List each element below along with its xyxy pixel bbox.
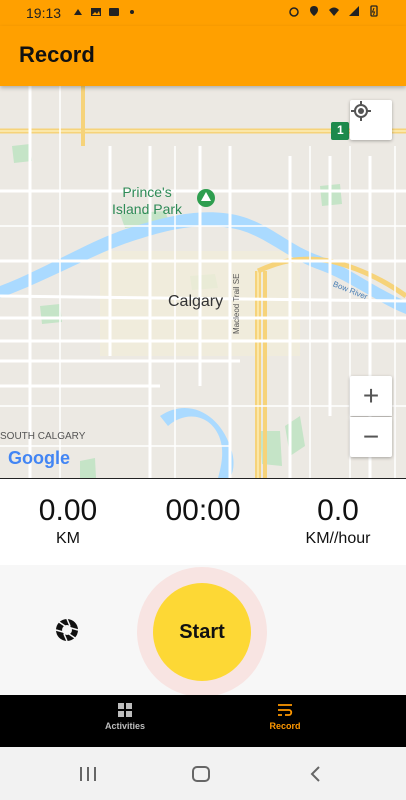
status-system-icons <box>288 5 380 17</box>
status-time: 19:13 <box>26 5 62 21</box>
highway-shield-label: 1 <box>337 123 344 137</box>
speed-value: 0.0 <box>317 494 359 527</box>
notification-icon <box>74 9 82 15</box>
battery-icon <box>370 5 378 17</box>
card-icon <box>109 8 119 16</box>
my-location-button[interactable] <box>350 100 392 140</box>
system-navigation <box>0 747 406 800</box>
nav-item-record[interactable]: Record <box>225 703 345 731</box>
location-icon <box>310 6 318 16</box>
nav-item-activities[interactable]: Activities <box>65 703 185 731</box>
map-label-trail: Macleod Trail SE <box>232 273 241 334</box>
map-label-park: Prince's Island Park <box>112 184 183 217</box>
duration-stat: 00:00 <box>135 493 271 529</box>
google-logo: Google <box>8 448 70 468</box>
speed-unit: KM//hour <box>305 530 371 547</box>
speed-stat: 0.0 KM//hour <box>270 493 406 549</box>
image-icon <box>91 8 101 16</box>
stats-panel: 0.00 KM 00:00 0.0 KM//hour <box>0 478 406 566</box>
dot-icon <box>130 10 134 14</box>
map-canvas <box>0 86 406 478</box>
distance-unit: KM <box>56 530 80 547</box>
map-label-city: Calgary <box>168 293 224 310</box>
camera-shutter-icon[interactable] <box>54 617 80 643</box>
recents-button[interactable] <box>73 761 103 787</box>
alarm-icon <box>289 7 299 17</box>
app-bar: Record <box>0 26 406 86</box>
record-controls: Start <box>0 565 406 697</box>
page-title: Record <box>19 42 95 67</box>
my-location-icon <box>351 101 371 121</box>
zoom-in-button[interactable]: + <box>350 376 392 416</box>
record-icon <box>278 704 293 716</box>
map-label-district: SOUTH CALGARY <box>0 431 86 442</box>
status-notification-icons <box>72 6 138 18</box>
grid-icon <box>118 703 132 717</box>
back-button[interactable] <box>300 761 330 787</box>
recents-icon <box>80 767 96 781</box>
status-bar: 19:13 <box>0 0 406 26</box>
signal-icon <box>349 6 359 16</box>
zoom-out-button[interactable]: − <box>350 417 392 457</box>
back-icon <box>310 766 320 782</box>
home-button[interactable] <box>186 761 216 787</box>
duration-value: 00:00 <box>165 494 241 527</box>
wifi-icon <box>329 7 339 16</box>
distance-stat: 0.00 KM <box>0 493 136 549</box>
distance-value: 0.00 <box>38 494 98 527</box>
start-button[interactable]: Start <box>153 583 251 681</box>
nav-label-record: Record <box>269 721 301 731</box>
home-icon <box>192 766 210 782</box>
nav-label-activities: Activities <box>104 721 146 731</box>
bottom-navigation: Activities Record <box>0 695 406 747</box>
map-view[interactable]: Prince's Island Park Calgary SOUTH CALGA… <box>0 86 406 478</box>
